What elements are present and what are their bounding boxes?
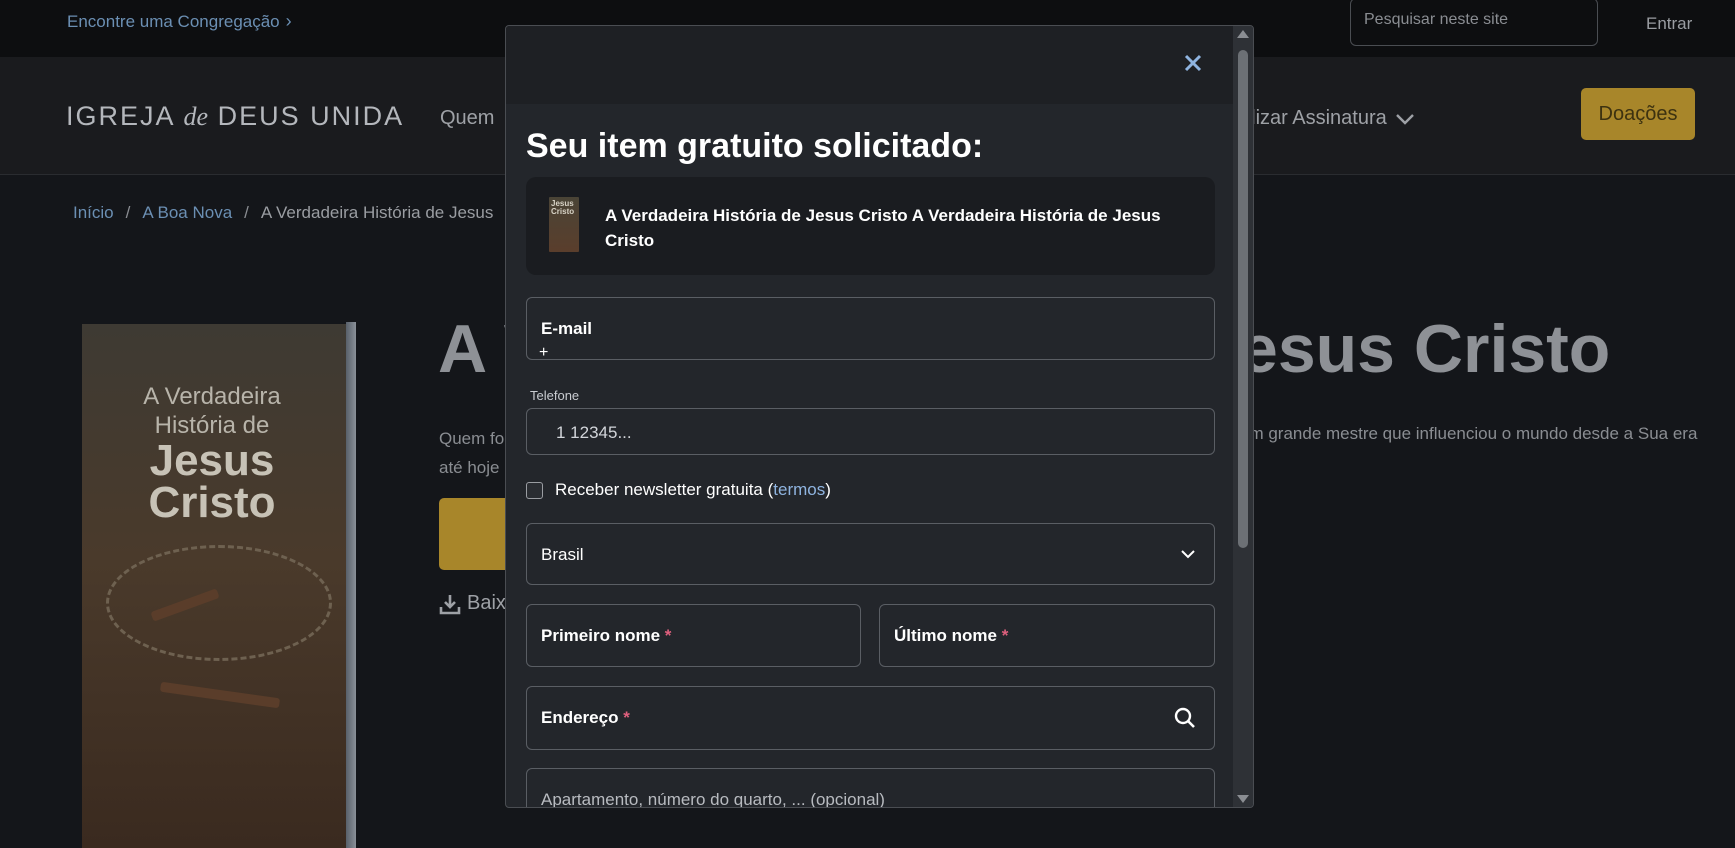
breadcrumb: Início / A Boa Nova / A Verdadeira Histó… xyxy=(73,203,493,223)
item-thumbnail: Jesus Cristo xyxy=(549,197,579,252)
breadcrumb-home[interactable]: Início xyxy=(73,203,114,223)
phone-label: Telefone xyxy=(530,388,580,403)
find-congregation-link[interactable]: Encontre uma Congregação › xyxy=(67,11,292,32)
site-logo[interactable]: IGREJA de DEUS UNIDA xyxy=(66,101,404,132)
nav-item-assinatura-label: alizar Assinatura xyxy=(1240,107,1387,129)
apartment-placeholder: Apartamento, número do quarto, ... (opci… xyxy=(541,790,885,808)
newsletter-checkbox[interactable] xyxy=(526,481,543,499)
crown-of-thorns-illustration xyxy=(106,545,332,661)
last-name-field[interactable]: Último nome * xyxy=(879,604,1215,667)
address-label: Endereço * xyxy=(541,708,630,728)
site-search-placeholder: Pesquisar neste site xyxy=(1364,11,1509,28)
page-description-left: Quem fo até hoje xyxy=(439,424,504,482)
first-name-label: Primeiro nome * xyxy=(541,626,671,646)
find-congregation-label: Encontre uma Congregação xyxy=(67,11,280,31)
download-label: Baix xyxy=(467,592,506,614)
page-description-right: um grande mestre que influenciou o mundo… xyxy=(1240,424,1698,443)
scrollbar-thumb[interactable] xyxy=(1238,50,1248,548)
phone-field[interactable]: 1 12345... xyxy=(526,408,1215,455)
free-item-request-modal: Seu item gratuito solicitado: Jesus Cris… xyxy=(505,25,1254,808)
scroll-up-arrow-icon[interactable] xyxy=(1237,30,1249,38)
email-field[interactable]: E-mail xyxy=(526,297,1215,360)
address-label-text: Endereço xyxy=(541,708,619,727)
newsletter-text: Receber newsletter gratuita (termos) xyxy=(555,480,831,500)
book-title-line-4: Cristo xyxy=(148,478,276,527)
text-cursor-icon: + xyxy=(539,344,549,361)
logo-word-deus-unida: DEUS UNIDA xyxy=(217,101,405,131)
breadcrumb-separator: / xyxy=(125,203,131,222)
donate-button[interactable]: Doações xyxy=(1581,88,1695,140)
address-field[interactable]: Endereço * xyxy=(526,686,1215,750)
chevron-down-icon xyxy=(1395,113,1414,125)
scroll-down-arrow-icon[interactable] xyxy=(1237,795,1249,803)
last-name-label: Último nome * xyxy=(894,626,1008,646)
last-name-label-text: Último nome xyxy=(894,626,997,645)
phone-value: 1 12345... xyxy=(556,423,632,442)
modal-scrollbar[interactable] xyxy=(1233,26,1253,807)
chevron-right-icon: › xyxy=(285,11,292,31)
nav-item-quem[interactable]: Quem xyxy=(440,107,494,130)
logo-word-de: de xyxy=(183,102,209,131)
newsletter-label-close: ) xyxy=(825,480,831,499)
search-icon[interactable] xyxy=(1174,707,1196,729)
newsletter-label: Receber newsletter gratuita ( xyxy=(555,480,774,499)
desc-line-2: até hoje xyxy=(439,458,500,477)
book-title-line-1: A Verdadeira xyxy=(143,383,281,410)
site-search-input[interactable]: Pesquisar neste site xyxy=(1350,0,1598,46)
breadcrumb-section[interactable]: A Boa Nova xyxy=(142,203,232,223)
item-thumbnail-text: Jesus Cristo xyxy=(551,199,575,216)
download-link[interactable]: Baix xyxy=(439,592,506,615)
nav-item-assinatura[interactable]: alizar Assinatura xyxy=(1240,107,1415,130)
first-name-field[interactable]: Primeiro nome * xyxy=(526,604,861,667)
modal-header xyxy=(506,26,1234,104)
request-free-item-button[interactable] xyxy=(439,498,509,570)
chevron-down-icon xyxy=(1181,550,1195,559)
breadcrumb-separator: / xyxy=(244,203,249,222)
required-marker: * xyxy=(623,708,630,727)
book-title-line-3: Jesus xyxy=(149,436,275,485)
logo-word-igreja: IGREJA xyxy=(66,101,175,131)
country-value: Brasil xyxy=(541,545,584,564)
modal-title: Seu item gratuito solicitado: xyxy=(526,127,984,165)
close-icon[interactable] xyxy=(1181,51,1205,75)
login-link[interactable]: Entrar xyxy=(1646,14,1692,34)
terms-link[interactable]: termos xyxy=(773,480,825,499)
email-label: E-mail xyxy=(541,319,593,338)
book-cover-title: A Verdadeira História de Jesus Cristo xyxy=(82,382,342,527)
required-marker: * xyxy=(1001,626,1009,645)
newsletter-option: Receber newsletter gratuita (termos) xyxy=(526,480,831,500)
country-select[interactable]: Brasil xyxy=(526,523,1215,585)
page-title-right: esus Cristo xyxy=(1240,311,1611,387)
required-marker: * xyxy=(664,626,672,645)
item-name: A Verdadeira História de Jesus Cristo A … xyxy=(605,206,1161,250)
first-name-label-text: Primeiro nome xyxy=(541,626,661,645)
apartment-field[interactable]: Apartamento, número do quarto, ... (opci… xyxy=(526,768,1215,808)
desc-line-1: Quem fo xyxy=(439,429,505,448)
breadcrumb-current: A Verdadeira História de Jesus xyxy=(260,203,494,222)
book-spine xyxy=(346,322,356,848)
requested-item-card: Jesus Cristo A Verdadeira História de Je… xyxy=(526,177,1215,275)
download-icon xyxy=(439,594,461,614)
